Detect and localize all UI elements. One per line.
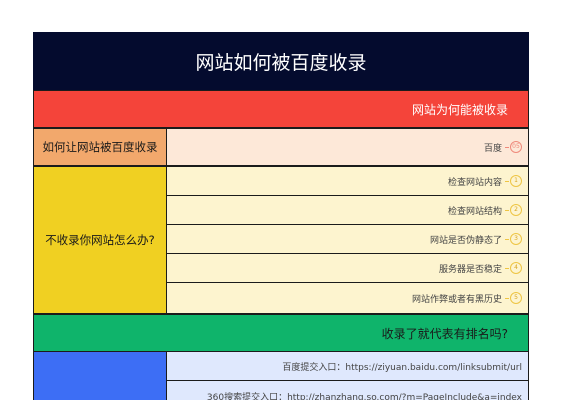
list-item-text: 检查网站内容 — [447, 177, 502, 188]
list-item-text: 百度提交入口：https://ziyuan.baidu.com/linksubm… — [282, 362, 522, 373]
number-badge-value: 1 — [510, 175, 522, 187]
number-badge-value: 2 — [510, 204, 522, 216]
list-item-text: 网站作弊或者有黑历史 — [411, 294, 502, 305]
list-item-text: 360搜索提交入口：http://zhanzhang.so.com/?m=Pag… — [206, 392, 522, 400]
number-badge-value: 05 — [510, 141, 522, 153]
indexed-header-band: 收录了就代表有排名吗? — [33, 314, 529, 352]
number-badge: 1 — [505, 175, 522, 187]
list-item: 网站作弊或者有黑历史 5 — [166, 282, 529, 314]
how-label-box: 如何让网站被百度收录 — [33, 128, 167, 166]
list-item: 检查网站内容 1 — [166, 166, 529, 196]
list-item-text: 网站是否伪静态了 — [429, 235, 502, 246]
not-indexed-label: 不收录你网站怎么办? — [45, 233, 155, 247]
number-badge: 4 — [505, 262, 522, 274]
list-item: 百度提交入口：https://ziyuan.baidu.com/linksubm… — [166, 351, 529, 381]
reasons-header-text: 网站为何能被收录 — [411, 102, 508, 117]
indexed-header-text: 收录了就代表有排名吗? — [381, 326, 508, 341]
number-badge-value: 4 — [510, 262, 522, 274]
reasons-header-band: 网站为何能被收录 — [33, 90, 529, 128]
number-badge: 5 — [505, 292, 522, 304]
number-badge: 2 — [505, 204, 522, 216]
how-label: 如何让网站被百度收录 — [42, 140, 158, 154]
list-item: 检查网站结构 2 — [166, 195, 529, 225]
number-badge-value: 3 — [510, 233, 522, 245]
chart-title: 网站如何被百度收录 — [195, 51, 367, 74]
list-item: 服务器是否稳定 4 — [166, 253, 529, 283]
list-item-text: 检查网站结构 — [447, 206, 502, 217]
not-indexed-label-box: 不收录你网站怎么办? — [33, 166, 167, 314]
number-badge: 3 — [505, 233, 522, 245]
list-item: 360搜索提交入口：http://zhanzhang.so.com/?m=Pag… — [166, 380, 529, 400]
number-badge: 05 — [505, 141, 522, 153]
how-row: 百度 05 — [166, 128, 529, 166]
how-row-text: 百度 — [483, 143, 502, 154]
chart-title-box: 网站如何被百度收录 — [33, 32, 529, 90]
list-item: 网站是否伪静态了 3 — [166, 224, 529, 254]
submit-label-box — [33, 351, 167, 400]
list-item-text: 服务器是否稳定 — [438, 264, 502, 275]
mind-map: 网站如何被百度收录 网站为何能被收录 如何让网站被百度收录 百度 05 不收录你… — [33, 32, 529, 400]
number-badge-value: 5 — [510, 292, 522, 304]
